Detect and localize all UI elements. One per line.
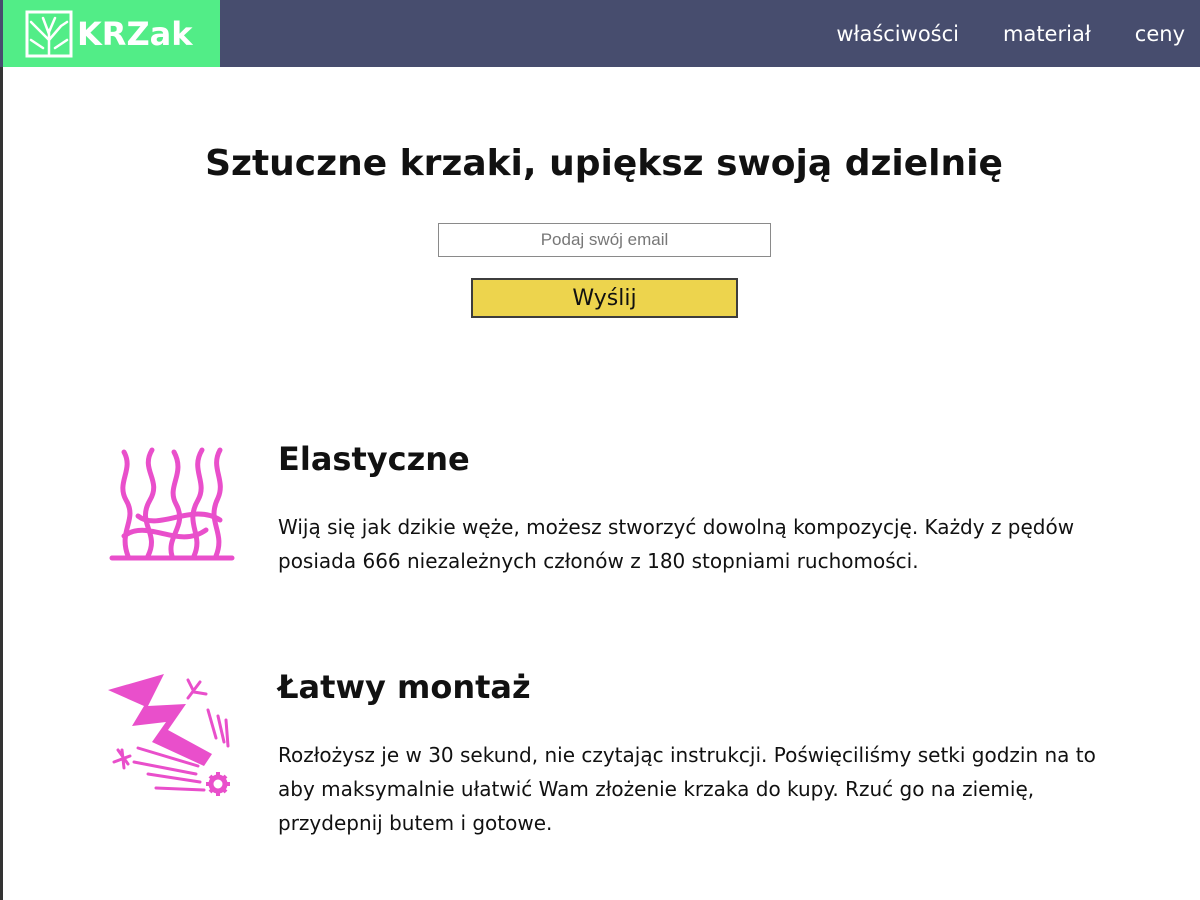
brand-logo[interactable]: KRZak bbox=[3, 0, 220, 67]
main-nav: właściwości materiał ceny bbox=[807, 0, 1200, 67]
feature-description: Wiją się jak dzikie węże, możesz stworzy… bbox=[278, 515, 1075, 573]
email-input[interactable] bbox=[438, 223, 771, 257]
nav-item-wlasciwosci[interactable]: właściwości bbox=[836, 22, 959, 46]
feature-title: Elastyczne bbox=[278, 440, 470, 478]
submit-button[interactable]: Wyślij bbox=[471, 278, 738, 318]
branch-icon bbox=[25, 10, 73, 57]
top-navbar: KRZak właściwości materiał ceny bbox=[0, 0, 1200, 67]
page-left-border bbox=[0, 0, 3, 900]
feature-title: Łatwy montaż bbox=[278, 668, 531, 706]
feature-description: Rozłożysz je w 30 sekund, nie czytając i… bbox=[278, 743, 1096, 835]
brand-name: KRZak bbox=[77, 14, 193, 53]
nav-item-ceny[interactable]: ceny bbox=[1135, 22, 1185, 46]
tangled-strands-icon bbox=[109, 447, 235, 561]
nav-item-material[interactable]: materiał bbox=[1003, 22, 1091, 46]
lightning-bolt-icon bbox=[108, 674, 230, 796]
hero-title: Sztuczne krzaki, upiększ swoją dzielnię bbox=[205, 143, 1003, 184]
